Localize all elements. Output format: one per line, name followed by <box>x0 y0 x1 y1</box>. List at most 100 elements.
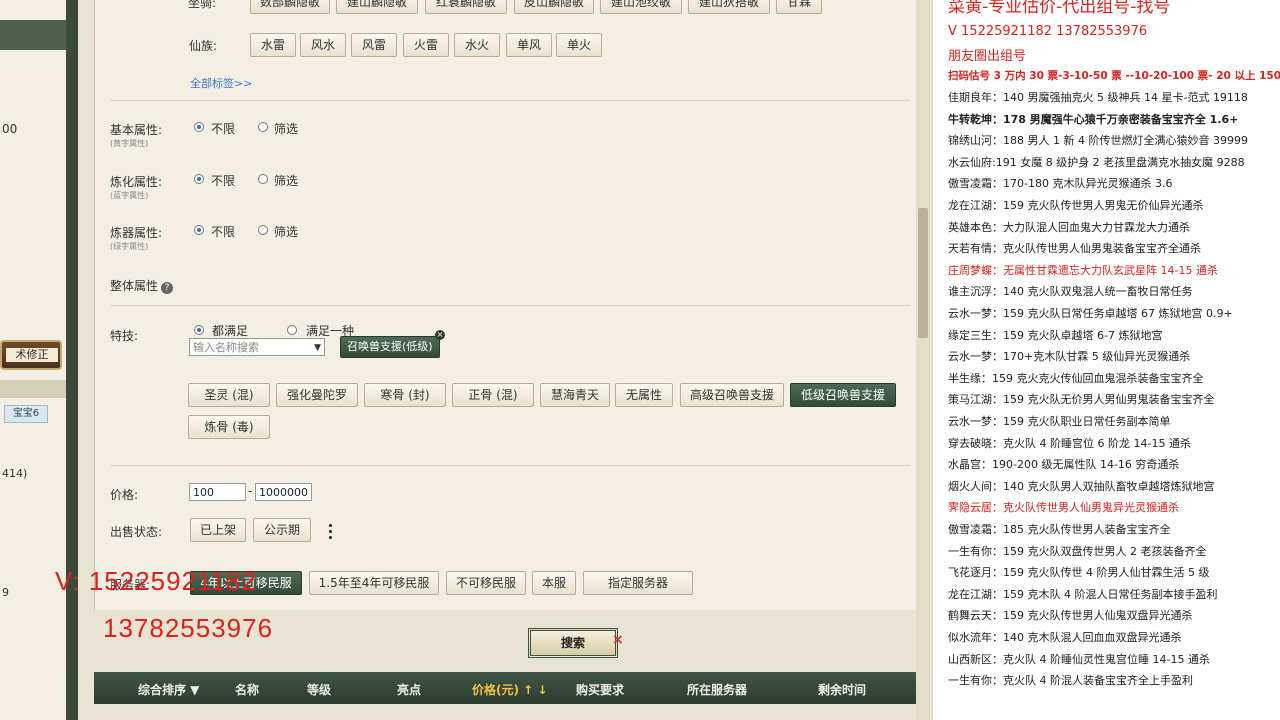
price-label: 价格: <box>110 488 139 502</box>
xianzu-filter-button[interactable]: 单火 <box>556 33 602 57</box>
ad-text-line: 天若有情：克火队传世男人仙男鬼装备宝宝齐全通杀 <box>948 242 1201 256</box>
xianzu-filter-button[interactable]: 水雷 <box>250 33 296 57</box>
skill-filter-button[interactable]: 圣灵 (混) <box>188 383 270 407</box>
attribute-any-radio[interactable] <box>194 174 204 184</box>
xianzu-filter-button[interactable]: 水火 <box>454 33 500 57</box>
ad-text-line: 傲雪凌霜：185 克火队传世男人装备宝宝齐全 <box>948 523 1171 536</box>
left-panel-tab[interactable]: 术修正 <box>0 340 62 370</box>
selected-skill-tag[interactable]: 召唤兽支援(低级) <box>340 336 440 358</box>
skills-search-placeholder: 输入名称搜索 <box>193 341 259 354</box>
more-options-icon[interactable] <box>329 524 333 542</box>
mount-filter-button[interactable]: 建山麟隐敏 <box>336 0 418 14</box>
skill-filter-button[interactable]: 强化曼陀罗 <box>276 383 358 407</box>
ad-text-line: 缘定三生：159 克火队卓越塔 6-7 炼狱地宫 <box>948 328 1163 342</box>
left-panel-chip[interactable]: 宝宝6 <box>4 405 48 423</box>
chevron-down-icon[interactable]: ▼ <box>314 339 321 357</box>
mount-filter-button[interactable]: 甘霖 <box>776 0 822 14</box>
skills-all-label: 都满足 <box>212 324 249 338</box>
xianzu-filter-button[interactable]: 风雷 <box>351 33 397 57</box>
scrollbar-thumb[interactable] <box>918 208 928 338</box>
price-separator: - <box>248 484 253 498</box>
xianzu-filter-button[interactable]: 火雷 <box>403 33 449 57</box>
help-icon[interactable]: ? <box>161 282 174 294</box>
remove-tag-icon[interactable]: × <box>435 330 445 340</box>
left-panel-text: 00 <box>2 122 18 136</box>
table-header-cell[interactable]: 等级 <box>307 681 331 698</box>
attribute-filter-radio[interactable] <box>258 174 268 184</box>
ad-text-line: 一生有你：159 克火队双盘传世男人 2 老孩装备齐全 <box>948 544 1207 558</box>
attribute-any-radio[interactable] <box>194 225 204 235</box>
skill-filter-button[interactable]: 炼骨 (毒) <box>188 415 270 439</box>
xianzu-filter-button[interactable]: 单风 <box>506 33 552 57</box>
ad-text-panel: 菜黄-专业估价-代出组号-找号 V 15225921182 1378255397… <box>932 0 1280 720</box>
divider <box>110 305 910 306</box>
ad-text-line: 穿去破晓：克火队 4 阶睡宫位 6 阶龙 14-15 通杀 <box>948 436 1191 450</box>
ad-contact: V 15225921182 13782553976 <box>948 24 1148 39</box>
ad-text-line: 云水一梦：159 克火队职业日常任务副本简单 <box>948 415 1171 428</box>
ad-moments: 朋友圈出组号 <box>948 49 1027 64</box>
attribute-any-label: 不限 <box>211 225 236 239</box>
overlay-contact-line1: V: 15225921182 <box>55 566 257 596</box>
server-filter-button[interactable]: 本服 <box>532 571 576 595</box>
ad-text-line: 飞花逐月：159 克火队传世 4 阶男人仙甘霖生活 5 级 <box>948 566 1210 580</box>
all-tags-link[interactable]: 全部标签>> <box>190 75 252 91</box>
left-panel-divider <box>0 380 66 398</box>
ad-text-line: 策马江湖：159 克火队无价男人男仙男鬼装备宝宝齐全 <box>948 393 1215 407</box>
ad-text-line: 山西新区：克火队 4 阶睡仙灵性鬼宫位睡 14-15 通杀 <box>948 652 1210 666</box>
overall-attr-label: 整体属性? <box>110 277 174 294</box>
mount-filter-button[interactable]: 建山狄搭敏 <box>688 0 770 14</box>
table-header-cell[interactable]: 名称 <box>235 681 259 698</box>
price-max-input[interactable]: 1000000 <box>255 483 312 501</box>
close-icon[interactable]: × <box>612 632 624 648</box>
skill-filter-button[interactable]: 正骨 (混) <box>452 383 534 407</box>
table-header-cell[interactable]: 剩余时间 <box>818 681 866 698</box>
mount-filter-button[interactable]: 皮山麟隐敏 <box>514 0 594 14</box>
mount-filter-button[interactable]: 建山池绞敏 <box>600 0 682 14</box>
ad-text-line: 龙在江湖：159 克火队传世男人男鬼无价仙异光通杀 <box>948 199 1204 212</box>
skills-search-input[interactable]: 输入名称搜索 ▼ <box>189 338 325 356</box>
skill-filter-button[interactable]: 低级召唤兽支援 <box>790 383 896 407</box>
scrollbar[interactable] <box>916 0 930 720</box>
left-panel-text: 414) <box>2 467 28 480</box>
left-panel-header-band <box>0 20 66 50</box>
mount-filter-button[interactable]: 红蓑麟隐敏 <box>425 0 507 14</box>
attribute-label: 炼化属性: <box>110 175 163 189</box>
ad-text-line: 霁隐云居：克火队传世男人仙男鬼异光灵猴通杀 <box>948 501 1179 515</box>
table-header-cell[interactable]: 亮点 <box>397 681 421 698</box>
table-header-cell[interactable]: 所在服务器 <box>687 681 747 698</box>
sale-status-button[interactable]: 已上架 <box>190 518 246 542</box>
search-button[interactable]: 搜索 <box>528 628 618 658</box>
server-filter-button[interactable]: 不可移民服 <box>446 571 526 595</box>
sale-status-label: 出售状态: <box>110 525 163 539</box>
ad-text-line: 傲雪凌霜：170-180 克木队异光灵猴通杀 3.6 <box>948 177 1173 191</box>
attribute-sublabel: (蓝字属性) <box>110 191 149 200</box>
server-filter-button[interactable]: 指定服务器 <box>583 571 693 595</box>
attribute-any-radio[interactable] <box>194 122 204 132</box>
attribute-filter-radio[interactable] <box>258 225 268 235</box>
skill-filter-button[interactable]: 寒骨 (封) <box>364 383 446 407</box>
overall-attr-text: 整体属性 <box>110 279 159 293</box>
sale-status-button[interactable]: 公示期 <box>253 518 311 542</box>
xianzu-label: 仙族: <box>189 39 218 53</box>
ad-text-line: 鹤舞云天：159 克火队传世男人仙鬼双盘异光通杀 <box>948 609 1193 623</box>
ad-text-line: 锦绣山河：188 男人 1 新 4 阶传世燃灯全满心猿妙音 39999 <box>948 134 1248 148</box>
ad-text-line: 似水流年：140 克木队混人回血血双盘异光通杀 <box>948 631 1182 644</box>
ad-text-line: 水晶宫：190-200 级无属性队 14-16 穷奇通杀 <box>948 458 1180 472</box>
skill-filter-button[interactable]: 无属性 <box>615 383 673 407</box>
attribute-filter-radio[interactable] <box>258 122 268 132</box>
server-filter-button[interactable]: 1.5年至4年可移民服 <box>309 571 439 595</box>
xianzu-filter-button[interactable]: 风水 <box>300 33 346 57</box>
ad-text-line: 谁主沉浮：140 克火队双鬼混人统一畜牧日常任务 <box>948 285 1193 299</box>
skill-filter-button[interactable]: 高级召唤兽支援 <box>680 383 784 407</box>
attribute-filter-label: 筛选 <box>274 174 299 188</box>
table-header-cell[interactable]: 价格(元) ↑ ↓ <box>472 681 547 698</box>
ad-text-line: 云水一梦：159 克火队日常任务卓越塔 67 炼狱地宫 0.9+ <box>948 307 1233 320</box>
price-min-input[interactable]: 100 <box>189 483 246 501</box>
mount-filter-button[interactable]: 数部麟隐敏 <box>250 0 330 14</box>
skills-any-radio[interactable] <box>287 325 297 335</box>
ad-text-line: 庄周梦蝶：无属性甘霖遗忘大力队玄武星阵 14-15 通杀 <box>948 263 1218 277</box>
skills-all-radio[interactable] <box>194 325 204 335</box>
table-header-cell[interactable]: 购买要求 <box>576 681 624 698</box>
skill-filter-button[interactable]: 慧海青天 <box>540 383 610 407</box>
table-header-cell[interactable]: 综合排序 ▼ <box>138 681 199 698</box>
